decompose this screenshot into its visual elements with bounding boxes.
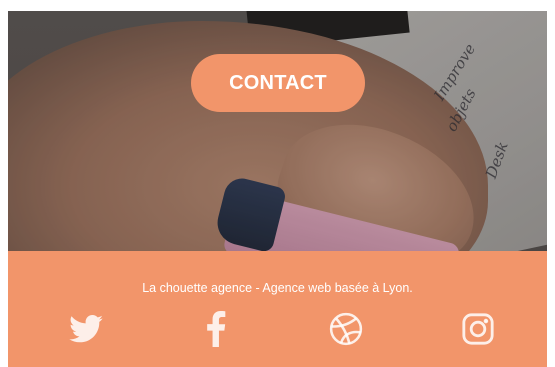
footer: La chouette agence - Agence web basée à … bbox=[8, 251, 547, 367]
instagram-icon bbox=[461, 312, 495, 346]
footer-tagline: La chouette agence - Agence web basée à … bbox=[142, 281, 413, 295]
dribbble-link[interactable] bbox=[326, 309, 366, 349]
facebook-link[interactable] bbox=[196, 309, 236, 349]
contact-button[interactable]: CONTACT bbox=[191, 54, 365, 112]
page-frame: Improve objets Desk CONTACT La chouette … bbox=[8, 11, 547, 367]
hero-overlay bbox=[8, 11, 547, 251]
facebook-icon bbox=[205, 311, 227, 347]
twitter-link[interactable] bbox=[66, 309, 106, 349]
hero-section: Improve objets Desk CONTACT bbox=[8, 11, 547, 251]
twitter-icon bbox=[69, 315, 103, 343]
dribbble-icon bbox=[329, 312, 363, 346]
instagram-link[interactable] bbox=[458, 309, 498, 349]
